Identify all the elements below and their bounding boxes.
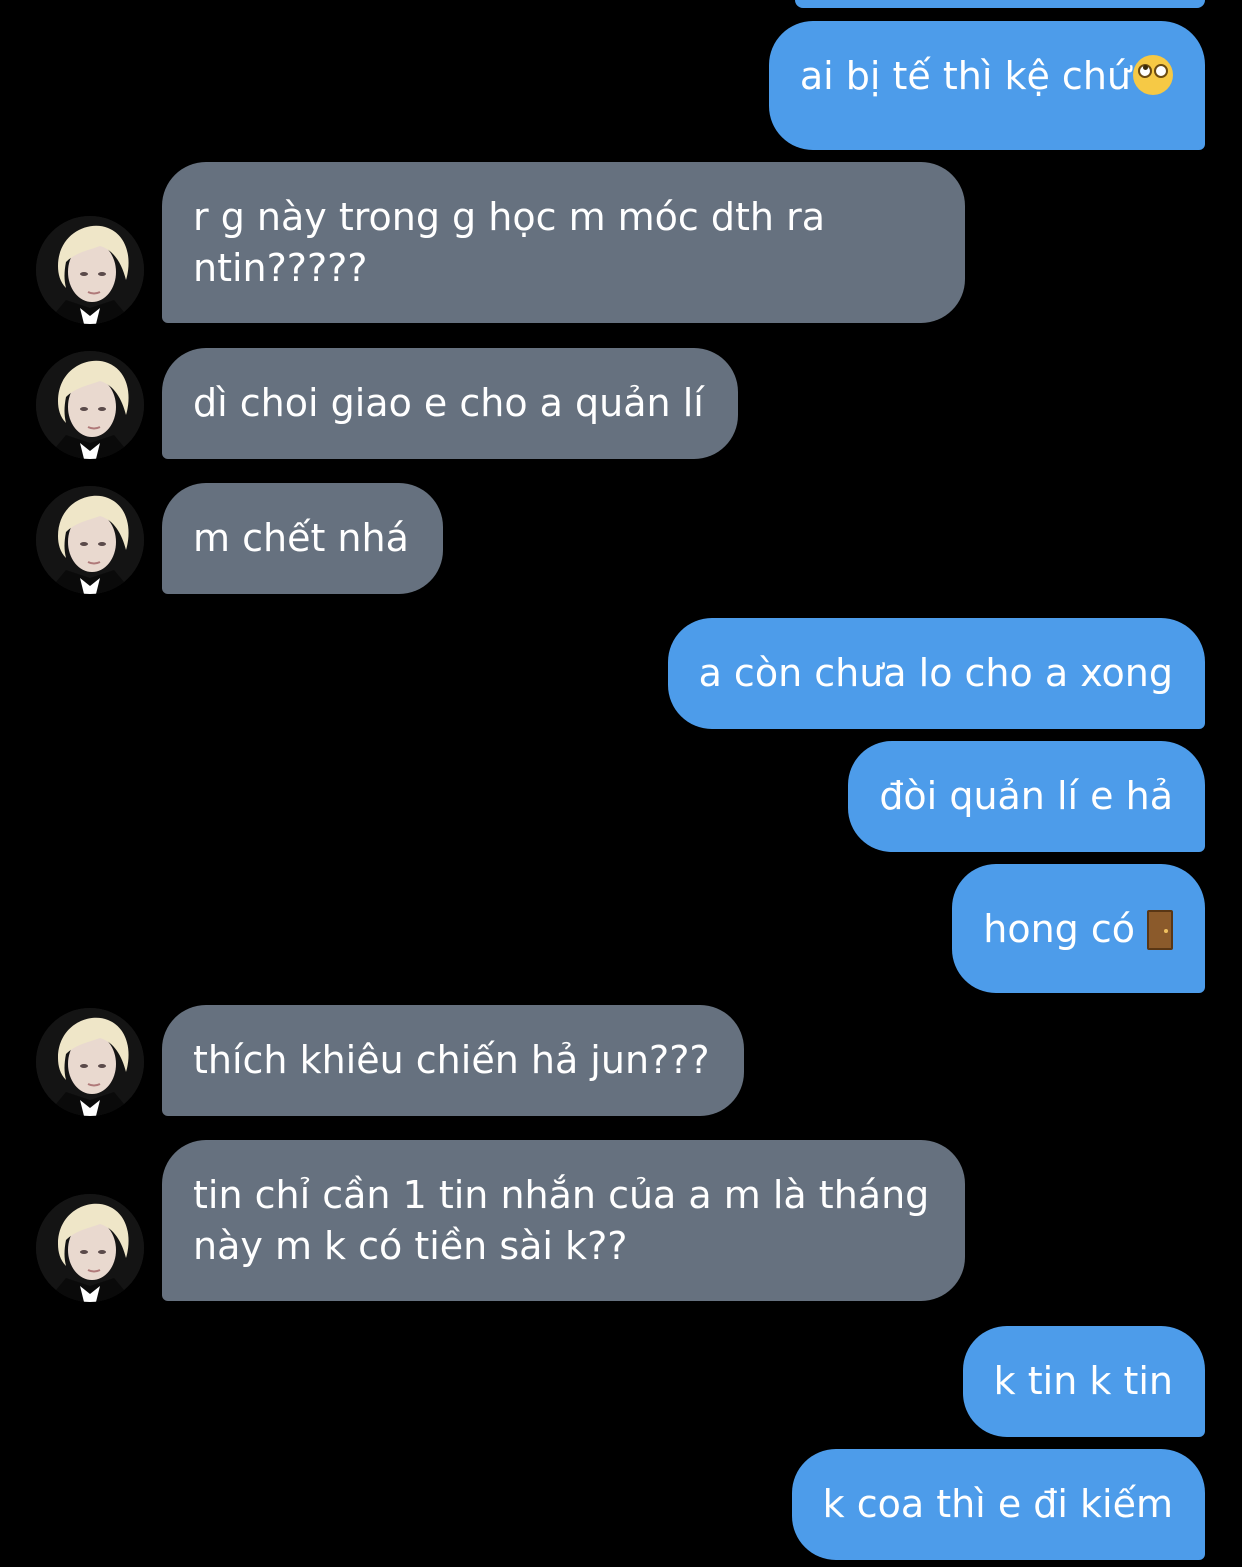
message-text-line: r g này trong g học m móc dth ra	[193, 195, 825, 239]
message-text-line: tin chỉ cần 1 tin nhắn của a m là tháng	[193, 1173, 930, 1217]
received-message-bubble[interactable]: m chết nhá	[162, 483, 443, 594]
received-message-bubble[interactable]: thích khiêu chiến hả jun???	[162, 1005, 744, 1116]
contact-avatar[interactable]	[36, 351, 144, 459]
message-text: a còn chưa lo cho a xong	[698, 651, 1173, 695]
message-text: dì choi giao e cho a quản lí	[193, 381, 704, 425]
avatar-portrait-icon	[36, 486, 144, 594]
avatar-portrait-icon	[36, 216, 144, 324]
received-message-bubble[interactable]: dì choi giao e cho a quản lí	[162, 348, 738, 459]
avatar-portrait-icon	[36, 351, 144, 459]
message-text-line: này m k có tiền sài k??	[193, 1224, 628, 1268]
sent-message-bubble[interactable]: ai bị tế thì kệ chứ	[768, 21, 1205, 150]
avatar-portrait-icon	[36, 1008, 144, 1116]
avatar-portrait-icon	[36, 1194, 144, 1302]
message-text: k tin k tin	[993, 1359, 1173, 1403]
message-text: m chết nhá	[193, 516, 409, 560]
contact-avatar[interactable]	[36, 216, 144, 324]
sent-message-bubble[interactable]: k tin k tin	[962, 1326, 1205, 1437]
previous-message-bubble-edge	[795, 0, 1205, 8]
message-text: thích khiêu chiến hả jun???	[193, 1038, 710, 1082]
message-text-line: ntin?????	[193, 246, 368, 290]
sent-message-bubble[interactable]: k coa thì e đi kiếm	[791, 1449, 1205, 1560]
message-text: đòi quản lí e hả	[879, 774, 1173, 818]
sent-message-bubble[interactable]: đòi quản lí e hả	[848, 741, 1205, 852]
eye-roll-emoji-icon	[1133, 55, 1173, 95]
message-text: hong có	[983, 907, 1135, 951]
contact-avatar[interactable]	[36, 1194, 144, 1302]
received-message-bubble[interactable]: tin chỉ cần 1 tin nhắn của a m là tháng …	[162, 1140, 965, 1301]
message-text: ai bị tế thì kệ chứ	[799, 54, 1131, 98]
contact-avatar[interactable]	[36, 486, 144, 594]
message-text: k coa thì e đi kiếm	[822, 1482, 1173, 1526]
door-emoji-icon	[1147, 910, 1173, 950]
received-message-bubble[interactable]: r g này trong g học m móc dth ra ntin???…	[162, 162, 965, 323]
sent-message-bubble[interactable]: hong có	[952, 864, 1205, 993]
sent-message-bubble[interactable]: a còn chưa lo cho a xong	[667, 618, 1205, 729]
contact-avatar[interactable]	[36, 1008, 144, 1116]
